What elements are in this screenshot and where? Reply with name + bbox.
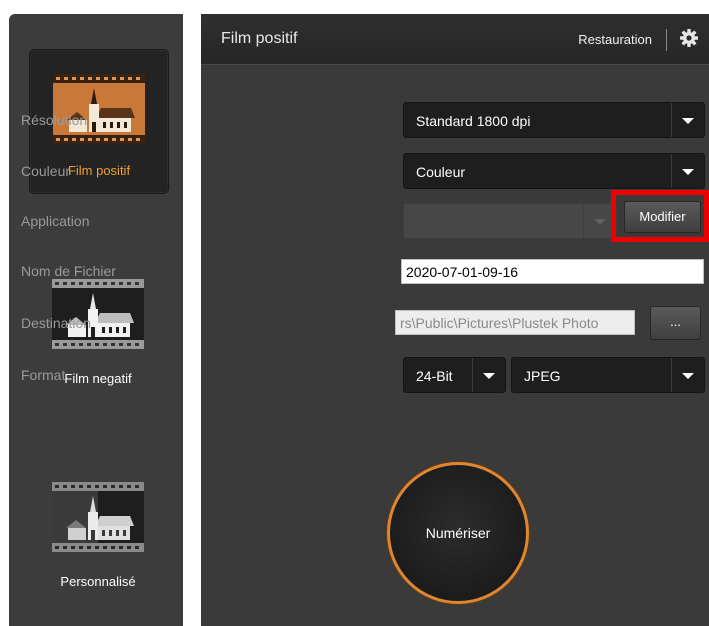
resolution-value: Standard 1800 dpi [416, 113, 531, 129]
bit-depth-select[interactable]: 24-Bit [403, 357, 506, 393]
church-custom-icon [52, 482, 144, 552]
highlight-box [611, 190, 709, 242]
gear-icon[interactable] [679, 28, 699, 48]
file-type-select[interactable]: JPEG [511, 357, 705, 393]
application-label: Application [21, 213, 90, 229]
color-select[interactable]: Couleur [403, 153, 705, 189]
mode-label: Personnalisé [60, 574, 136, 589]
browse-button[interactable]: ... [650, 306, 701, 340]
panel-title: Film positif [221, 30, 298, 47]
color-label: Couleur [21, 163, 71, 179]
application-select[interactable] [403, 203, 617, 239]
resolution-label: Résolution [21, 112, 88, 128]
color-value: Couleur [416, 164, 466, 180]
header-divider [666, 29, 667, 51]
format-label: Format [21, 367, 66, 383]
bit-depth-value: 24-Bit [416, 368, 453, 384]
restoration-button[interactable]: Restauration [578, 32, 652, 47]
scan-button-label: Numériser [425, 525, 491, 541]
filename-label: Nom de Fichier [21, 263, 116, 279]
church-negative-icon [52, 279, 144, 349]
destination-input[interactable] [395, 310, 635, 335]
chevron-down-icon [472, 358, 505, 392]
destination-label: Destination [21, 315, 92, 331]
filename-input[interactable] [401, 259, 704, 284]
chevron-down-icon [671, 358, 704, 392]
chevron-down-icon [671, 154, 704, 188]
chevron-down-icon [671, 103, 704, 137]
file-type-value: JPEG [524, 368, 561, 384]
church-positive-icon [53, 74, 145, 144]
scan-button[interactable]: Numériser [387, 462, 529, 604]
mode-custom[interactable]: Personnalisé [29, 461, 167, 604]
panel-header: Film positif Restauration [201, 14, 709, 65]
resolution-select[interactable]: Standard 1800 dpi [403, 102, 705, 138]
